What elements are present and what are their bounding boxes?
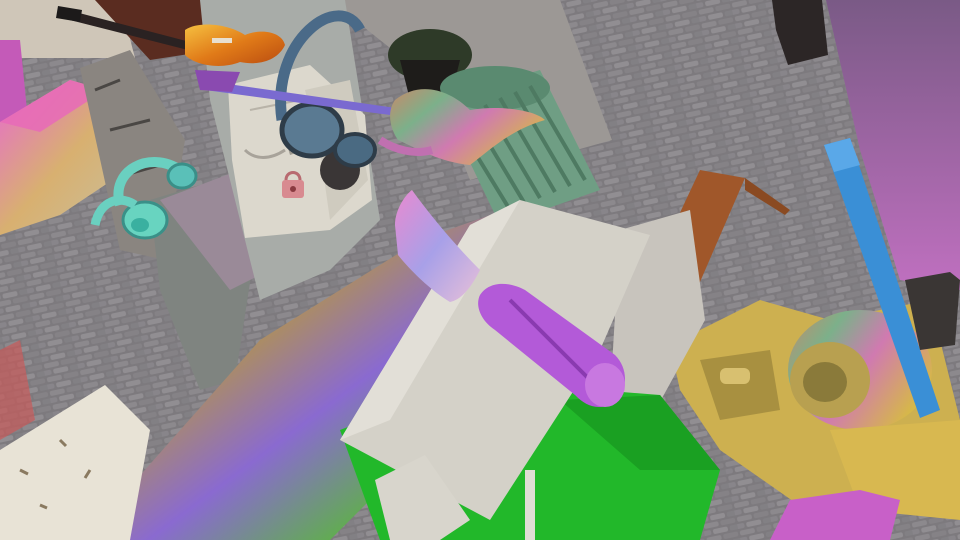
gray-block-rod (525, 470, 535, 540)
scene-canvas (0, 0, 960, 540)
scene-svg (0, 0, 960, 540)
